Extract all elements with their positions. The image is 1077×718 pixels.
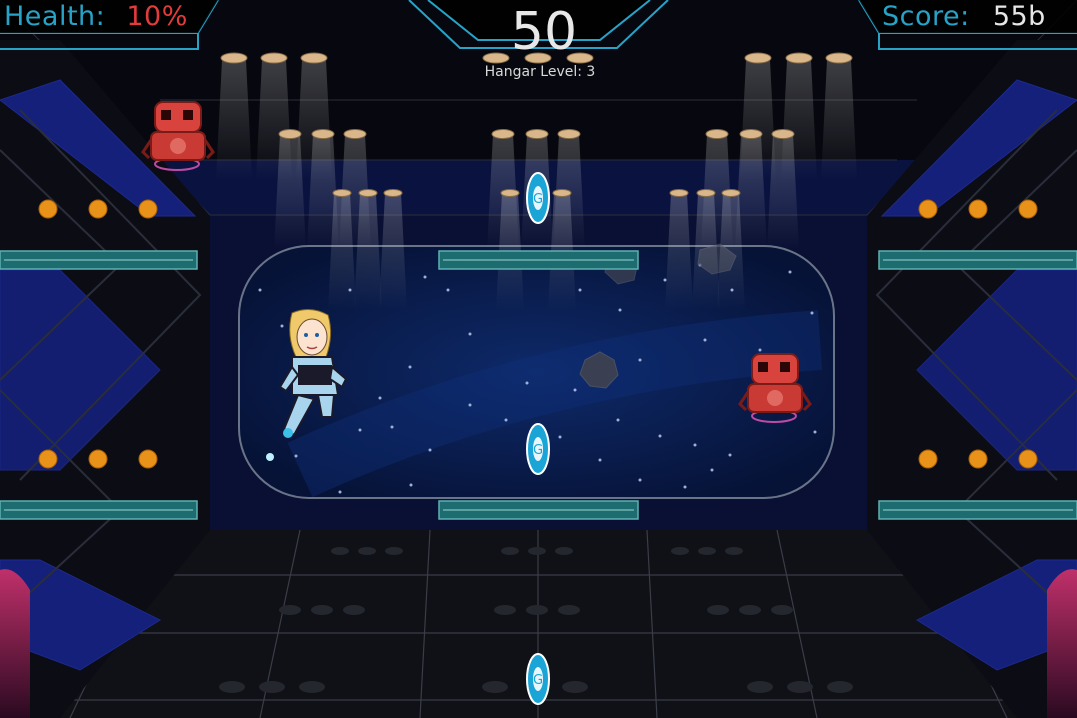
g-coin: G	[526, 653, 550, 705]
countdown-timer: 50	[510, 2, 578, 62]
g-coin: G	[526, 172, 550, 224]
svg-text:G: G	[533, 673, 543, 688]
score-label: Score:	[882, 1, 970, 32]
hangar-scene: G G G	[0, 0, 1077, 718]
health-label: Health:	[4, 1, 106, 32]
level-indicator: Hangar Level: 3	[484, 64, 596, 80]
right-portal	[1047, 569, 1077, 718]
health-value: 10%	[126, 1, 188, 32]
health-display: Health: 10%	[4, 1, 188, 32]
g-coin: G	[526, 423, 550, 475]
game-stage[interactable]: G G G Health: 10% 50 Hangar Level: 3 Sco…	[0, 0, 1077, 718]
score-value: 55b	[992, 1, 1046, 32]
left-portal	[0, 569, 30, 718]
svg-text:G: G	[533, 192, 543, 207]
score-display: Score: 55b	[882, 1, 1046, 32]
svg-text:G: G	[533, 443, 543, 458]
